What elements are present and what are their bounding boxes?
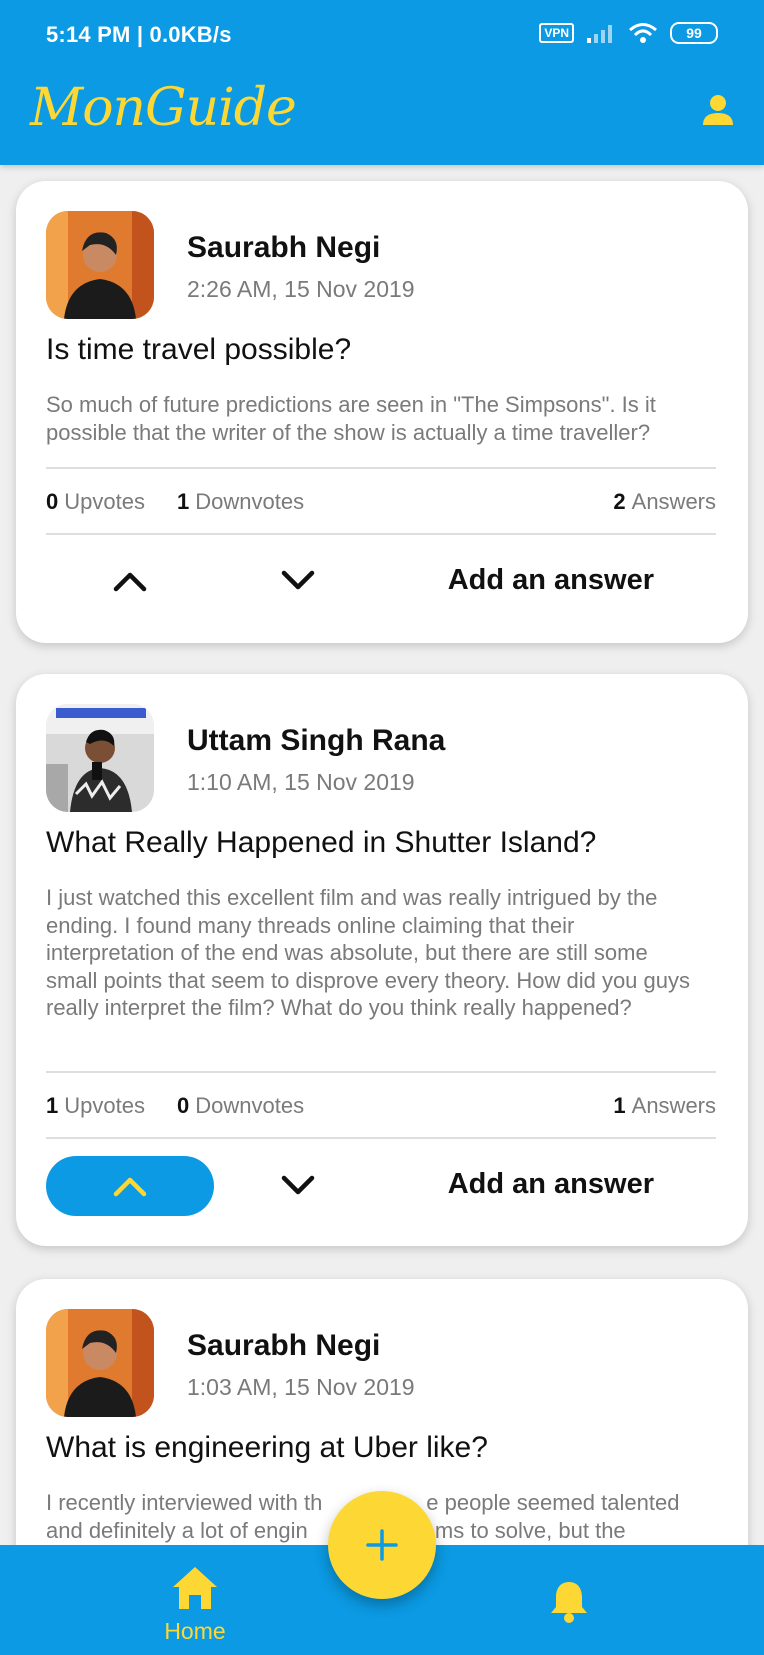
divider xyxy=(46,1137,716,1139)
nav-home-label: Home xyxy=(164,1618,226,1644)
divider xyxy=(46,1071,716,1073)
nav-home[interactable]: Home xyxy=(150,1565,240,1645)
home-icon xyxy=(173,1567,217,1609)
question-title[interactable]: What Really Happened in Shutter Island? xyxy=(46,826,596,860)
divider xyxy=(46,533,716,535)
signal-icon xyxy=(587,25,612,43)
chevron-down-icon xyxy=(281,570,315,590)
answers-count: 1 Answers xyxy=(613,1093,716,1118)
avatar[interactable] xyxy=(46,211,154,319)
upvote-button[interactable] xyxy=(46,551,214,611)
post-timestamp: 2:26 AM, 15 Nov 2019 xyxy=(187,276,415,302)
avatar[interactable] xyxy=(46,704,154,812)
post-timestamp: 1:03 AM, 15 Nov 2019 xyxy=(187,1374,415,1400)
app-title: MonGuide xyxy=(30,78,297,138)
chevron-up-icon xyxy=(113,572,147,592)
answers-count: 2 Answers xyxy=(613,489,716,514)
vpn-badge: VPN xyxy=(539,23,574,43)
bell-icon xyxy=(551,1582,587,1623)
chevron-down-icon xyxy=(281,1175,315,1195)
question-card[interactable]: Uttam Singh Rana 1:10 AM, 15 Nov 2019 Wh… xyxy=(16,674,748,1246)
upvote-button[interactable] xyxy=(46,1156,214,1216)
profile-button[interactable] xyxy=(700,92,736,128)
wifi-icon xyxy=(629,23,657,43)
add-answer-button[interactable]: Add an answer xyxy=(448,564,654,597)
status-time: 5:14 PM | 0.0KB/s xyxy=(46,22,232,47)
upvotes-count: 0 Upvotes xyxy=(46,489,145,514)
question-feed[interactable]: Saurabh Negi 2:26 AM, 15 Nov 2019 Is tim… xyxy=(0,165,764,1545)
person-icon xyxy=(703,95,733,125)
post-timestamp: 1:10 AM, 15 Nov 2019 xyxy=(187,769,415,795)
author-name[interactable]: Uttam Singh Rana xyxy=(187,724,445,758)
upvotes-count: 1 Upvotes xyxy=(46,1093,145,1118)
add-question-button[interactable] xyxy=(328,1491,436,1599)
question-body: I just watched this excellent film and w… xyxy=(46,885,691,1020)
divider xyxy=(46,467,716,469)
battery-indicator: 99 xyxy=(670,22,718,44)
question-card[interactable]: Saurabh Negi 2:26 AM, 15 Nov 2019 Is tim… xyxy=(16,181,748,643)
avatar[interactable] xyxy=(46,1309,154,1417)
author-name[interactable]: Saurabh Negi xyxy=(187,231,380,265)
question-title[interactable]: Is time travel possible? xyxy=(46,333,351,367)
status-icons: VPN 99 xyxy=(539,22,718,44)
plus-icon xyxy=(366,1529,398,1561)
downvotes-count: 0 Downvotes xyxy=(177,1093,305,1118)
app-bar: 5:14 PM | 0.0KB/s VPN 99 MonGuide xyxy=(0,0,764,165)
question-body: So much of future predictions are seen i… xyxy=(46,392,656,445)
author-name[interactable]: Saurabh Negi xyxy=(187,1329,380,1363)
chevron-up-icon xyxy=(113,1177,147,1197)
add-answer-button[interactable]: Add an answer xyxy=(448,1168,654,1201)
downvote-button[interactable] xyxy=(214,1156,382,1216)
downvotes-count: 1 Downvotes xyxy=(177,489,305,514)
question-title[interactable]: What is engineering at Uber like? xyxy=(46,1431,488,1465)
downvote-button[interactable] xyxy=(214,551,382,611)
nav-notifications[interactable] xyxy=(549,1579,589,1623)
